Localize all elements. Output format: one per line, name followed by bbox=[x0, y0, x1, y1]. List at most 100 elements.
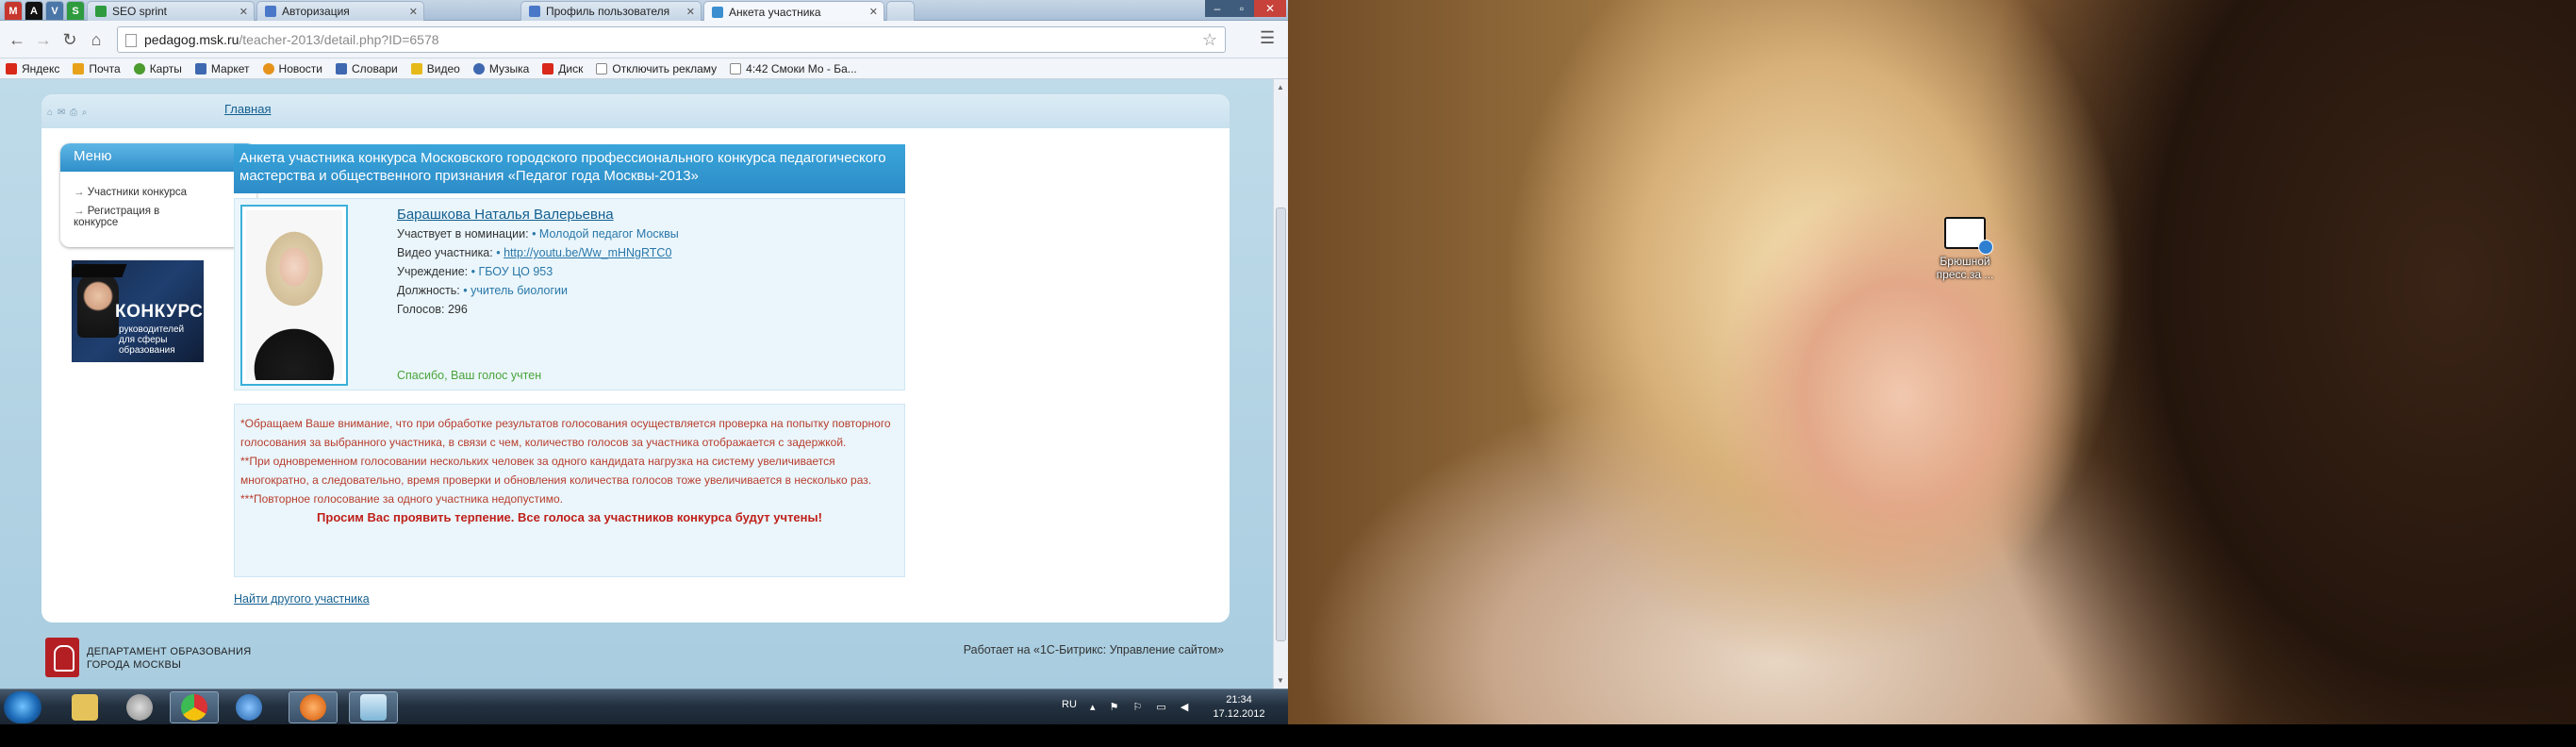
side-menu: Меню Участники конкурса Регистрация в ко… bbox=[60, 143, 256, 247]
position-label: Должность: bbox=[397, 284, 460, 297]
reload-icon[interactable]: ↻ bbox=[58, 28, 81, 51]
vote-confirmation: Спасибо, Ваш голос учтен bbox=[397, 369, 542, 382]
scroll-up-icon[interactable]: ▲ bbox=[1277, 83, 1284, 91]
video-link[interactable]: http://youtu.be/Ww_mHNgRTC0 bbox=[504, 246, 671, 259]
menu-item-registration[interactable]: Регистрация в конкурсе bbox=[60, 206, 164, 228]
bookmark-star-icon[interactable]: ☆ bbox=[1202, 30, 1217, 50]
pinned-tab-s[interactable]: S bbox=[66, 1, 85, 20]
tab-user-profile[interactable]: Профиль пользователя ✕ bbox=[520, 1, 702, 21]
find-another-participant-link[interactable]: Найти другого участника bbox=[234, 592, 370, 606]
start-button[interactable] bbox=[4, 691, 41, 723]
address-bar[interactable]: pedagog.msk.ru/teacher-2013/detail.php?I… bbox=[117, 26, 1226, 53]
browser-screen: M A V S SEO sprint ✕ Авторизация ✕ Профи… bbox=[0, 0, 1288, 724]
bookmark-label: Музыка bbox=[488, 61, 530, 75]
close-icon[interactable]: ✕ bbox=[686, 6, 695, 18]
page-icon bbox=[596, 62, 608, 75]
school-row: Учреждение: • ГБОУ ЦО 953 bbox=[397, 265, 553, 278]
menu-item-participants[interactable]: Участники конкурса bbox=[60, 187, 256, 198]
taskbar-app-5[interactable] bbox=[289, 691, 338, 723]
taskbar-media-player[interactable] bbox=[115, 691, 164, 723]
video-row: Видео участника: • http://youtu.be/Ww_mH… bbox=[397, 246, 671, 259]
taskbar-app-4[interactable] bbox=[224, 691, 273, 723]
page-viewport: ⌂ ✉ ⎙ ⌕ Главная Меню Участники конкурса … bbox=[0, 79, 1273, 689]
bookmark-yandex[interactable]: Яндекс bbox=[6, 62, 59, 75]
minimize-icon[interactable]: – bbox=[1205, 0, 1230, 17]
bookmark-label: Карты bbox=[149, 61, 182, 75]
bookmark-label: Словари bbox=[351, 61, 398, 75]
desktop-wallpaper: Брюшной пресс.за ... bbox=[1288, 0, 2576, 724]
bookmark-mail[interactable]: Почта bbox=[73, 62, 121, 75]
clock[interactable]: 21:34 17.12.2012 bbox=[1205, 693, 1273, 722]
moscow-emblem-icon bbox=[45, 638, 79, 677]
participant-name[interactable]: Барашкова Наталья Валерьевна bbox=[397, 207, 614, 223]
school-value: • ГБОУ ЦО 953 bbox=[471, 265, 553, 278]
bookmark-maps[interactable]: Карты bbox=[133, 61, 182, 75]
bookmark-music[interactable]: Музыка bbox=[472, 61, 530, 75]
pinned-tab-gmail[interactable]: M bbox=[4, 1, 23, 20]
tab-label: SEO sprint bbox=[112, 5, 168, 18]
market-icon bbox=[194, 62, 206, 75]
taskbar-chrome[interactable] bbox=[170, 691, 219, 723]
new-tab-button[interactable] bbox=[886, 1, 915, 21]
scroll-down-icon[interactable]: ▼ bbox=[1277, 676, 1284, 685]
header-icons[interactable]: ⌂ ✉ ⎙ ⌕ bbox=[47, 108, 88, 118]
url-host: pedagog.msk.ru bbox=[144, 32, 239, 47]
bookmark-label: Маркет bbox=[210, 61, 250, 75]
desktop-file-icon[interactable]: Брюшной пресс.за ... bbox=[1929, 217, 2001, 281]
pinned-tab-v[interactable]: V bbox=[45, 1, 64, 20]
close-icon[interactable]: ✕ bbox=[239, 6, 248, 18]
news-icon bbox=[262, 62, 274, 75]
position-row: Должность: • учитель биологии bbox=[397, 284, 568, 297]
maximize-icon[interactable]: ▫ bbox=[1230, 0, 1254, 17]
back-icon[interactable]: ← bbox=[6, 28, 28, 51]
bookmarks-bar: Яндекс Почта Карты Маркет Новости Словар… bbox=[0, 58, 1288, 79]
participant-photo bbox=[246, 210, 342, 380]
vertical-scrollbar[interactable]: ▲ ▼ bbox=[1273, 79, 1288, 689]
banner-title: КОНКУРС bbox=[115, 302, 204, 322]
pinned-tab-a[interactable]: A bbox=[25, 1, 43, 20]
bookmark-news[interactable]: Новости bbox=[262, 62, 322, 75]
taskbar-app-6[interactable] bbox=[349, 691, 398, 723]
music-icon bbox=[472, 62, 485, 75]
media-player-icon bbox=[126, 694, 153, 721]
taskbar-explorer[interactable] bbox=[60, 691, 109, 723]
forward-icon[interactable]: → bbox=[32, 28, 55, 51]
url-path: /teacher-2013/detail.php?ID=6578 bbox=[239, 32, 439, 47]
bookmark-market[interactable]: Маркет bbox=[194, 61, 250, 75]
close-icon[interactable]: ✕ bbox=[869, 6, 878, 18]
language-indicator[interactable]: RU bbox=[1062, 699, 1077, 710]
bookmark-dictionaries[interactable]: Словари bbox=[335, 61, 398, 75]
maps-icon bbox=[133, 62, 145, 75]
position-value: • учитель биологии bbox=[463, 284, 568, 297]
toolbar: ← → ↻ ⌂ pedagog.msk.ru/teacher-2013/deta… bbox=[0, 21, 1288, 58]
tab-participant-form[interactable]: Анкета участника ✕ bbox=[703, 1, 884, 22]
player-icon bbox=[300, 694, 326, 721]
tab-seo-sprint[interactable]: SEO sprint ✕ bbox=[87, 1, 255, 21]
bitrix-credit[interactable]: Работает на «1С-Битрикс: Управление сайт… bbox=[964, 643, 1224, 656]
department-line-2: ГОРОДА МОСКВЫ bbox=[87, 659, 182, 671]
video-file-icon bbox=[1944, 217, 1993, 255]
close-window-icon[interactable]: ✕ bbox=[1254, 0, 1286, 17]
tab-label: Профиль пользователя bbox=[546, 5, 670, 18]
tab-favicon-icon bbox=[712, 6, 723, 18]
breadcrumb-home-link[interactable]: Главная bbox=[224, 102, 271, 116]
home-icon[interactable]: ⌂ bbox=[85, 28, 107, 51]
close-icon[interactable]: ✕ bbox=[409, 6, 418, 18]
bookmark-disable-ads[interactable]: Отключить рекламу bbox=[596, 62, 717, 75]
bookmark-disk[interactable]: Диск bbox=[542, 62, 583, 75]
tab-favicon-icon bbox=[95, 6, 107, 17]
department-name: ДЕПАРТАМЕНТ ОБРАЗОВАНИЯ ГОРОДА МОСКВЫ bbox=[87, 645, 251, 672]
banner-child-image bbox=[77, 272, 119, 338]
bookmark-music-track[interactable]: 4:42 Смоки Мо - Ба... bbox=[730, 62, 857, 75]
yandex-icon bbox=[6, 62, 17, 75]
menu-title: Меню bbox=[60, 143, 256, 172]
votes-label: Голосов: bbox=[397, 303, 445, 316]
system-tray[interactable]: ▴ ⚑ ⚐ ▭ ◀ bbox=[1090, 701, 1194, 713]
tab-authorization[interactable]: Авторизация ✕ bbox=[256, 1, 424, 21]
bookmark-video[interactable]: Видео bbox=[410, 62, 460, 75]
konkurs-banner[interactable]: КОНКУРС руководителей для сферы образова… bbox=[72, 260, 204, 362]
menu-icon[interactable]: ☰ bbox=[1260, 28, 1275, 48]
scroll-thumb[interactable] bbox=[1276, 208, 1286, 641]
desktop-file-label: Брюшной пресс.за ... bbox=[1936, 255, 1994, 281]
graduation-cap-icon bbox=[72, 264, 127, 277]
